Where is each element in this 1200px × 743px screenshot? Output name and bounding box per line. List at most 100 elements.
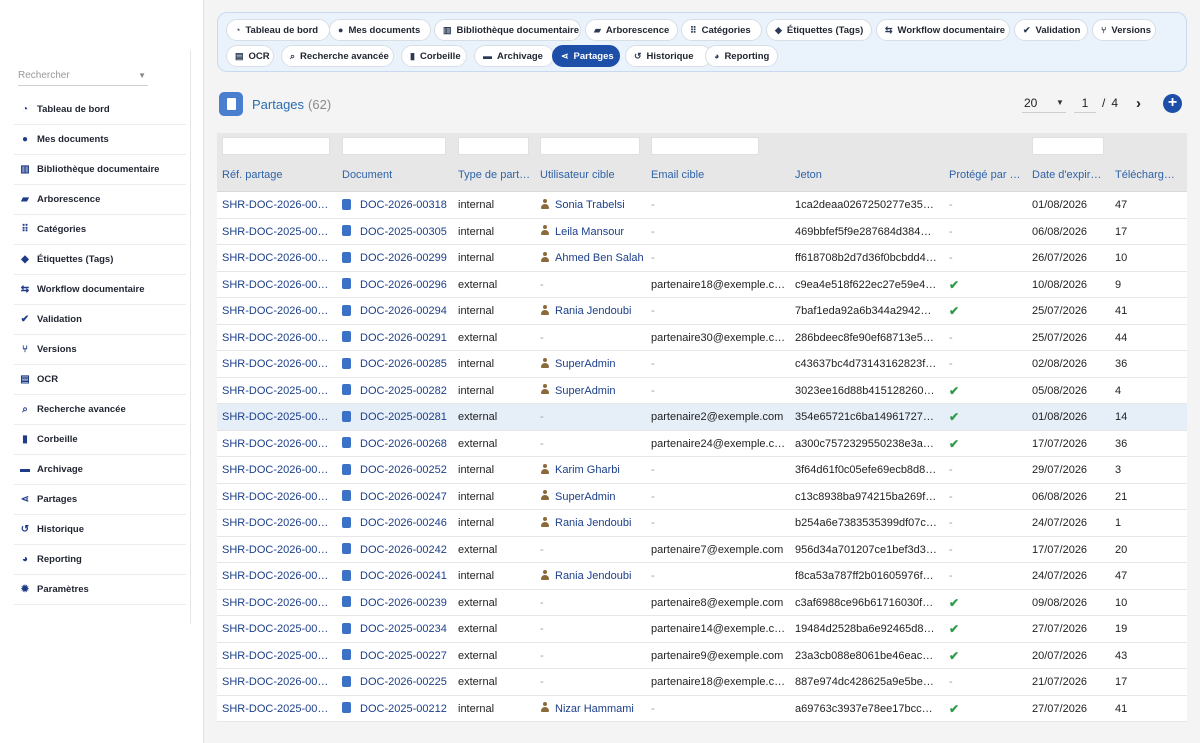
share-ref-link[interactable]: SHR-DOC-2026-00318: [222, 192, 334, 218]
table-row[interactable]: SHR-DOC-2025-00305 DOC-2025-00305 internal…: [217, 218, 1187, 245]
share-ref-link[interactable]: SHR-DOC-2026-00242: [222, 537, 334, 563]
document-link[interactable]: DOC-2025-00305: [360, 226, 447, 238]
tab-recherche-avancee[interactable]: ⌕ Recherche avancée: [281, 45, 394, 67]
tab-bibliotheque-documentaire[interactable]: ▥ Bibliothèque documentaire: [434, 19, 581, 41]
sidebar-item-historique[interactable]: ↺ Historique: [14, 515, 186, 545]
share-ref-link[interactable]: SHR-DOC-2026-00247: [222, 484, 334, 510]
table-row[interactable]: SHR-DOC-2025-00281 DOC-2025-00281 external…: [217, 404, 1187, 431]
document-link[interactable]: DOC-2026-00294: [360, 305, 447, 317]
sidebar-item-partages[interactable]: ⋖ Partages: [14, 485, 186, 515]
sidebar-item-parametres[interactable]: ✹ Paramètres: [14, 575, 186, 605]
target-user-link[interactable]: Rania Jendoubi: [555, 517, 631, 529]
column-header-ref-partage[interactable]: Réf. partage: [222, 159, 334, 191]
column-header-document[interactable]: Document: [342, 159, 450, 191]
sidebar-item-workflow-documentaire[interactable]: ⇆ Workflow documentaire: [14, 275, 186, 305]
document-link[interactable]: DOC-2026-00239: [360, 597, 447, 609]
tab-validation[interactable]: ✔ Validation: [1014, 19, 1088, 41]
document-link[interactable]: DOC-2026-00241: [360, 570, 447, 582]
tab-versions[interactable]: ⑂ Versions: [1092, 19, 1156, 41]
document-link[interactable]: DOC-2025-00212: [360, 703, 447, 715]
document-link[interactable]: DOC-2026-00252: [360, 464, 447, 476]
share-ref-link[interactable]: SHR-DOC-2026-00252: [222, 457, 334, 483]
table-row[interactable]: SHR-DOC-2025-00212 DOC-2025-00212 internal…: [217, 695, 1187, 722]
table-row[interactable]: SHR-DOC-2026-00242 DOC-2026-00242 external…: [217, 536, 1187, 563]
document-link[interactable]: DOC-2026-00291: [360, 332, 447, 344]
document-link[interactable]: DOC-2025-00227: [360, 650, 447, 662]
tab-reporting[interactable]: ◕ Reporting: [705, 45, 778, 67]
sidebar-item-tableau-de-bord[interactable]: ◔ Tableau de bord: [14, 95, 186, 125]
tab-tableau-de-bord[interactable]: ◔ Tableau de bord: [226, 19, 330, 41]
table-row[interactable]: SHR-DOC-2026-00299 DOC-2026-00299 internal…: [217, 245, 1187, 272]
share-ref-link[interactable]: SHR-DOC-2026-00241: [222, 563, 334, 589]
target-user-link[interactable]: SuperAdmin: [555, 491, 616, 503]
share-ref-link[interactable]: SHR-DOC-2026-00299: [222, 245, 334, 271]
column-header-utilisateur-cible[interactable]: Utilisateur cible: [540, 159, 644, 191]
share-ref-link[interactable]: SHR-DOC-2025-00212: [222, 696, 334, 722]
sidebar-item-versions[interactable]: ⑂ Versions: [14, 335, 186, 365]
sidebar-item-reporting[interactable]: ◕ Reporting: [14, 545, 186, 575]
column-header-email-cible[interactable]: Email cible: [651, 159, 789, 191]
share-ref-link[interactable]: SHR-DOC-2025-00227: [222, 643, 334, 669]
column-header-telechargements[interactable]: Téléchargements: [1115, 159, 1181, 191]
table-row[interactable]: SHR-DOC-2026-00239 DOC-2026-00239 external…: [217, 589, 1187, 616]
sidebar-item-etiquettes-tags[interactable]: ◆ Étiquettes (Tags): [14, 245, 186, 275]
column-header-date-d-expiration[interactable]: Date d'expiration: [1032, 159, 1106, 191]
tab-historique[interactable]: ↺ Historique: [625, 45, 712, 67]
tab-ocr[interactable]: ▤ OCR: [226, 45, 274, 67]
table-row[interactable]: SHR-DOC-2025-00227 DOC-2025-00227 external…: [217, 642, 1187, 669]
target-user-link[interactable]: Rania Jendoubi: [555, 305, 631, 317]
target-user-link[interactable]: Karim Gharbi: [555, 464, 620, 476]
table-row[interactable]: SHR-DOC-2026-00247 DOC-2026-00247 internal…: [217, 483, 1187, 510]
document-link[interactable]: DOC-2026-00247: [360, 491, 447, 503]
target-user-link[interactable]: SuperAdmin: [555, 385, 616, 397]
tab-corbeille[interactable]: ▮ Corbeille: [401, 45, 467, 67]
next-page-icon[interactable]: ›: [1136, 95, 1141, 112]
sidebar-item-bibliotheque-documentaire[interactable]: ▥ Bibliothèque documentaire: [14, 155, 186, 185]
filter-type-input[interactable]: [458, 137, 529, 155]
document-link[interactable]: DOC-2026-00285: [360, 358, 447, 370]
sidebar-search-select[interactable]: Rechercher ▼: [18, 66, 148, 86]
document-link[interactable]: DOC-2025-00281: [360, 411, 447, 423]
table-row[interactable]: SHR-DOC-2025-00282 DOC-2025-00282 internal…: [217, 377, 1187, 404]
table-row[interactable]: SHR-DOC-2026-00252 DOC-2026-00252 internal…: [217, 457, 1187, 484]
target-user-link[interactable]: SuperAdmin: [555, 358, 616, 370]
filter-document-input[interactable]: [342, 137, 446, 155]
tab-arborescence[interactable]: ▰ Arborescence: [585, 19, 678, 41]
document-link[interactable]: DOC-2026-00299: [360, 252, 447, 264]
page-size-select[interactable]: 20 ▼: [1021, 94, 1066, 113]
column-header-protege-par-mot-de-passe[interactable]: Protégé par mot de passe: [949, 159, 1023, 191]
current-page-input[interactable]: 1: [1073, 94, 1096, 113]
document-link[interactable]: DOC-2025-00234: [360, 623, 447, 635]
table-row[interactable]: SHR-DOC-2026-00318 DOC-2026-00318 internal…: [217, 192, 1187, 219]
tab-archivage[interactable]: ▬ Archivage: [474, 45, 554, 67]
share-ref-link[interactable]: SHR-DOC-2026-00246: [222, 510, 334, 536]
target-user-link[interactable]: Ahmed Ben Salah: [555, 252, 644, 264]
share-ref-link[interactable]: SHR-DOC-2026-00239: [222, 590, 334, 616]
document-link[interactable]: DOC-2026-00242: [360, 544, 447, 556]
document-link[interactable]: DOC-2026-00246: [360, 517, 447, 529]
table-row[interactable]: SHR-DOC-2026-00246 DOC-2026-00246 internal…: [217, 510, 1187, 537]
share-ref-link[interactable]: SHR-DOC-2025-00305: [222, 219, 334, 245]
share-ref-link[interactable]: SHR-DOC-2025-00282: [222, 378, 334, 404]
sidebar-item-corbeille[interactable]: ▮ Corbeille: [14, 425, 186, 455]
target-user-link[interactable]: Nizar Hammami: [555, 703, 634, 715]
sidebar-item-ocr[interactable]: ▤ OCR: [14, 365, 186, 395]
share-ref-link[interactable]: SHR-DOC-2025-00234: [222, 616, 334, 642]
share-ref-link[interactable]: SHR-DOC-2026-00268: [222, 431, 334, 457]
tab-etiquettes-tags[interactable]: ◆ Étiquettes (Tags): [766, 19, 872, 41]
target-user-link[interactable]: Leila Mansour: [555, 226, 624, 238]
column-header-type-de-partage[interactable]: Type de partage: [458, 159, 532, 191]
table-row[interactable]: SHR-DOC-2026-00225 DOC-2026-00225 external…: [217, 669, 1187, 696]
tab-mes-documents[interactable]: ● Mes documents: [329, 19, 431, 41]
tab-categories[interactable]: ⠿ Catégories: [681, 19, 762, 41]
share-ref-link[interactable]: SHR-DOC-2026-00291: [222, 325, 334, 351]
table-row[interactable]: SHR-DOC-2026-00285 DOC-2026-00285 internal…: [217, 351, 1187, 378]
share-ref-link[interactable]: SHR-DOC-2026-00285: [222, 351, 334, 377]
share-ref-link[interactable]: SHR-DOC-2026-00225: [222, 669, 334, 695]
sidebar-item-mes-documents[interactable]: ● Mes documents: [14, 125, 186, 155]
target-user-link[interactable]: Sonia Trabelsi: [555, 199, 625, 211]
table-row[interactable]: SHR-DOC-2025-00234 DOC-2025-00234 external…: [217, 616, 1187, 643]
add-share-button[interactable]: +: [1163, 93, 1182, 113]
document-link[interactable]: DOC-2026-00296: [360, 279, 447, 291]
table-row[interactable]: SHR-DOC-2026-00241 DOC-2026-00241 internal…: [217, 563, 1187, 590]
